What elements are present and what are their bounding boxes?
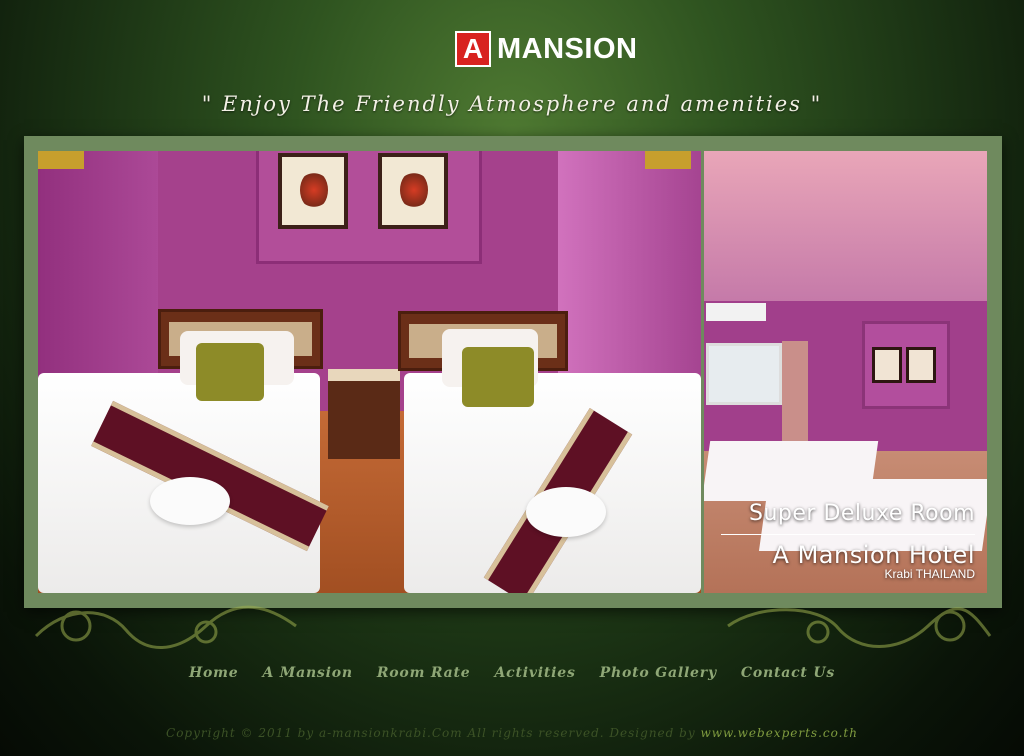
room-photo-side: Super Deluxe Room A Mansion Hotel Krabi …	[704, 151, 987, 593]
copyright-text: Copyright © 2011 by a-mansionkrabi.Com A…	[166, 726, 701, 740]
air-conditioner	[706, 303, 766, 321]
nav-photo-gallery[interactable]: Photo Gallery	[600, 665, 717, 681]
hotel-name: A Mansion Hotel	[772, 541, 975, 569]
wall-painting	[906, 347, 936, 383]
designer-link[interactable]: www.webexperts.co.th	[700, 726, 858, 740]
room-name: Super Deluxe Room	[749, 501, 975, 526]
logo-text: MANSION	[497, 32, 638, 65]
ornament-swirl-icon	[34, 605, 297, 649]
tagline: " Enjoy The Friendly Atmosphere and amen…	[201, 92, 823, 116]
wall-painting	[872, 347, 902, 383]
wall-lamp	[38, 151, 84, 169]
nav-a-mansion[interactable]: A Mansion	[262, 665, 352, 681]
nav-activities[interactable]: Activities	[494, 665, 575, 681]
footer: Copyright © 2011 by a-mansionkrabi.Com A…	[0, 726, 1024, 740]
window	[706, 343, 782, 405]
wall-painting	[378, 153, 448, 229]
wall-painting	[278, 153, 348, 229]
wall-lamp	[645, 151, 691, 169]
logo-mark-icon: A	[455, 31, 491, 67]
ornament-swirl-icon	[727, 607, 992, 648]
room-photo-main	[38, 151, 701, 593]
location: Krabi THAILAND	[884, 567, 975, 581]
towel-swan	[526, 487, 606, 537]
nav-room-rate[interactable]: Room Rate	[377, 665, 471, 681]
logo[interactable]: A MANSION	[455, 31, 637, 67]
main-nav: Home A Mansion Room Rate Activities Phot…	[0, 665, 1024, 681]
nav-contact-us[interactable]: Contact Us	[741, 665, 835, 681]
nav-home[interactable]: Home	[189, 665, 239, 681]
towel-swan	[150, 477, 230, 525]
divider	[721, 534, 975, 535]
nightstand	[328, 369, 400, 459]
